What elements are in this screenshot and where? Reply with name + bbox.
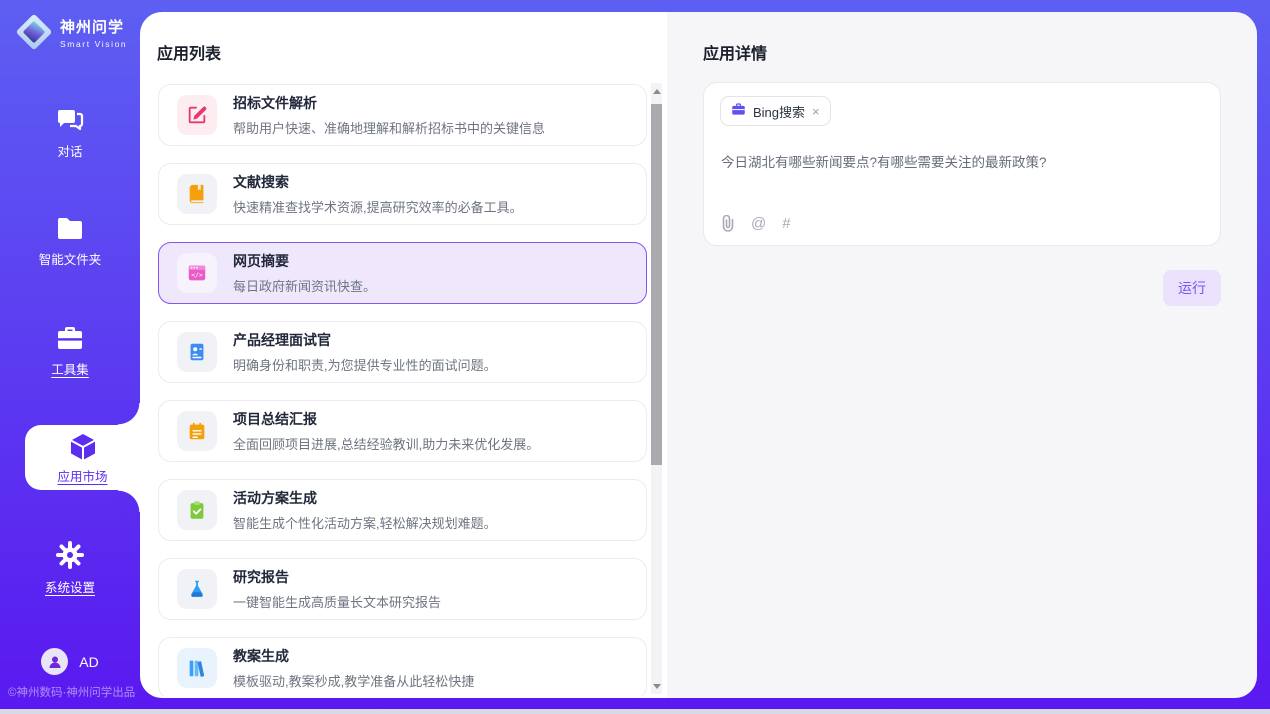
prompt-input[interactable]: 今日湖北有哪些新闻要点?有哪些需要关注的最新政策?: [721, 151, 1204, 171]
sidebar-item-label: 应用市场: [25, 466, 140, 485]
tool-chip-label: Bing搜索: [753, 102, 805, 121]
sidebar-item-label: 工具集: [0, 359, 140, 378]
sidebar-item-app-market[interactable]: 应用市场: [25, 425, 140, 490]
brand-tagline: Smart Vision: [60, 39, 127, 49]
cube-icon: [25, 431, 140, 463]
app-card-lesson-plan[interactable]: 教案生成 模板驱动,教案秒成,教学准备从此轻松快捷: [158, 637, 647, 696]
book-icon: [177, 174, 217, 214]
app-detail-panel: 应用详情 Bing搜索 × 今日湖北有哪些新闻要点?有哪些需要关注的最新政策?: [667, 12, 1257, 698]
books-icon: [177, 648, 217, 688]
prompt-card: Bing搜索 × 今日湖北有哪些新闻要点?有哪些需要关注的最新政策? @ #: [703, 82, 1221, 246]
app-list-title: 应用列表: [157, 40, 221, 64]
sidebar-item-label: 对话: [0, 141, 140, 160]
app-desc: 一键智能生成高质量长文本研究报告: [233, 592, 441, 611]
resume-icon: [177, 332, 217, 372]
user-account[interactable]: AD: [0, 648, 140, 675]
chat-icon: [0, 106, 140, 134]
app-window: 神州问学 Smart Vision 对话 智能文件夹: [0, 0, 1270, 714]
sidebar-item-label: 系统设置: [0, 577, 140, 596]
app-list-panel: 应用列表 招标文件解析 帮助用户快速、准确地理解和解析招标书中的关键信息: [140, 12, 667, 698]
app-title: 文献搜索: [233, 172, 523, 192]
clipboard-check-icon: [177, 490, 217, 530]
app-title: 项目总结汇报: [233, 409, 539, 429]
sidebar-item-settings[interactable]: 系统设置: [0, 540, 140, 596]
sidebar: 神州问学 Smart Vision 对话 智能文件夹: [0, 0, 140, 709]
hash-icon[interactable]: #: [782, 215, 790, 232]
content-area: 应用列表 招标文件解析 帮助用户快速、准确地理解和解析招标书中的关键信息: [140, 12, 1257, 698]
app-list: 招标文件解析 帮助用户快速、准确地理解和解析招标书中的关键信息 文献搜索: [158, 84, 647, 696]
app-title: 活动方案生成: [233, 488, 497, 508]
app-title: 教案生成: [233, 646, 474, 666]
app-title: 产品经理面试官: [233, 330, 497, 350]
tool-chip-bing-search[interactable]: Bing搜索 ×: [720, 96, 831, 126]
app-card-web-summary[interactable]: </> 网页摘要 每日政府新闻资讯快查。: [158, 242, 647, 304]
edit-document-icon: [177, 95, 217, 135]
app-detail-title: 应用详情: [703, 40, 767, 64]
gear-icon: [0, 540, 140, 570]
app-desc: 帮助用户快速、准确地理解和解析招标书中的关键信息: [233, 118, 545, 137]
app-desc: 智能生成个性化活动方案,轻松解决规划难题。: [233, 513, 497, 532]
app-title: 网页摘要: [233, 251, 376, 271]
toolbox-icon: [0, 324, 140, 352]
copyright-text: ©神州数码·神州问学出品: [8, 684, 135, 700]
brand-logo: 神州问学 Smart Vision: [16, 14, 127, 50]
close-icon[interactable]: ×: [812, 105, 820, 118]
mention-icon[interactable]: @: [751, 215, 766, 232]
app-desc: 每日政府新闻资讯快查。: [233, 276, 376, 295]
user-initials: AD: [79, 654, 98, 670]
app-title: 研究报告: [233, 567, 441, 587]
active-tab-curve-top: [118, 403, 140, 425]
app-card-literature-search[interactable]: 文献搜索 快速精准查找学术资源,提高研究效率的必备工具。: [158, 163, 647, 225]
web-code-icon: </>: [177, 253, 217, 293]
app-desc: 快速精准查找学术资源,提高研究效率的必备工具。: [233, 197, 523, 216]
app-desc: 全面回顾项目进展,总结经验教训,助力未来优化发展。: [233, 434, 539, 453]
app-card-pm-interviewer[interactable]: 产品经理面试官 明确身份和职责,为您提供专业性的面试问题。: [158, 321, 647, 383]
app-card-research-report[interactable]: 研究报告 一键智能生成高质量长文本研究报告: [158, 558, 647, 620]
attachment-icon[interactable]: [721, 215, 735, 232]
app-card-bid-analysis[interactable]: 招标文件解析 帮助用户快速、准确地理解和解析招标书中的关键信息: [158, 84, 647, 146]
note-icon: [177, 411, 217, 451]
brand-diamond-icon: [16, 14, 52, 50]
app-list-scrollbar[interactable]: [651, 83, 662, 694]
sidebar-item-toolset[interactable]: 工具集: [0, 324, 140, 378]
scroll-down-button[interactable]: [651, 678, 662, 694]
app-desc: 明确身份和职责,为您提供专业性的面试问题。: [233, 355, 497, 374]
scroll-up-button[interactable]: [651, 83, 662, 99]
svg-text:</>: </>: [191, 271, 203, 279]
app-card-event-plan[interactable]: 活动方案生成 智能生成个性化活动方案,轻松解决规划难题。: [158, 479, 647, 541]
prompt-toolbar: @ #: [721, 215, 791, 232]
avatar: [41, 648, 68, 675]
brand-name: 神州问学: [60, 16, 127, 37]
sidebar-item-label: 智能文件夹: [0, 249, 140, 268]
app-desc: 模板驱动,教案秒成,教学准备从此轻松快捷: [233, 671, 474, 690]
folder-icon: [0, 216, 140, 242]
app-card-project-summary[interactable]: 项目总结汇报 全面回顾项目进展,总结经验教训,助力未来优化发展。: [158, 400, 647, 462]
run-button[interactable]: 运行: [1163, 270, 1221, 306]
app-title: 招标文件解析: [233, 93, 545, 113]
person-icon: [47, 654, 63, 670]
flask-icon: [177, 569, 217, 609]
sidebar-item-smart-folder[interactable]: 智能文件夹: [0, 216, 140, 268]
active-tab-curve-bottom: [118, 490, 140, 512]
scrollbar-thumb[interactable]: [651, 104, 662, 465]
window-bottom-edge: [0, 709, 1270, 714]
briefcase-icon: [731, 102, 746, 121]
sidebar-item-chat[interactable]: 对话: [0, 106, 140, 160]
